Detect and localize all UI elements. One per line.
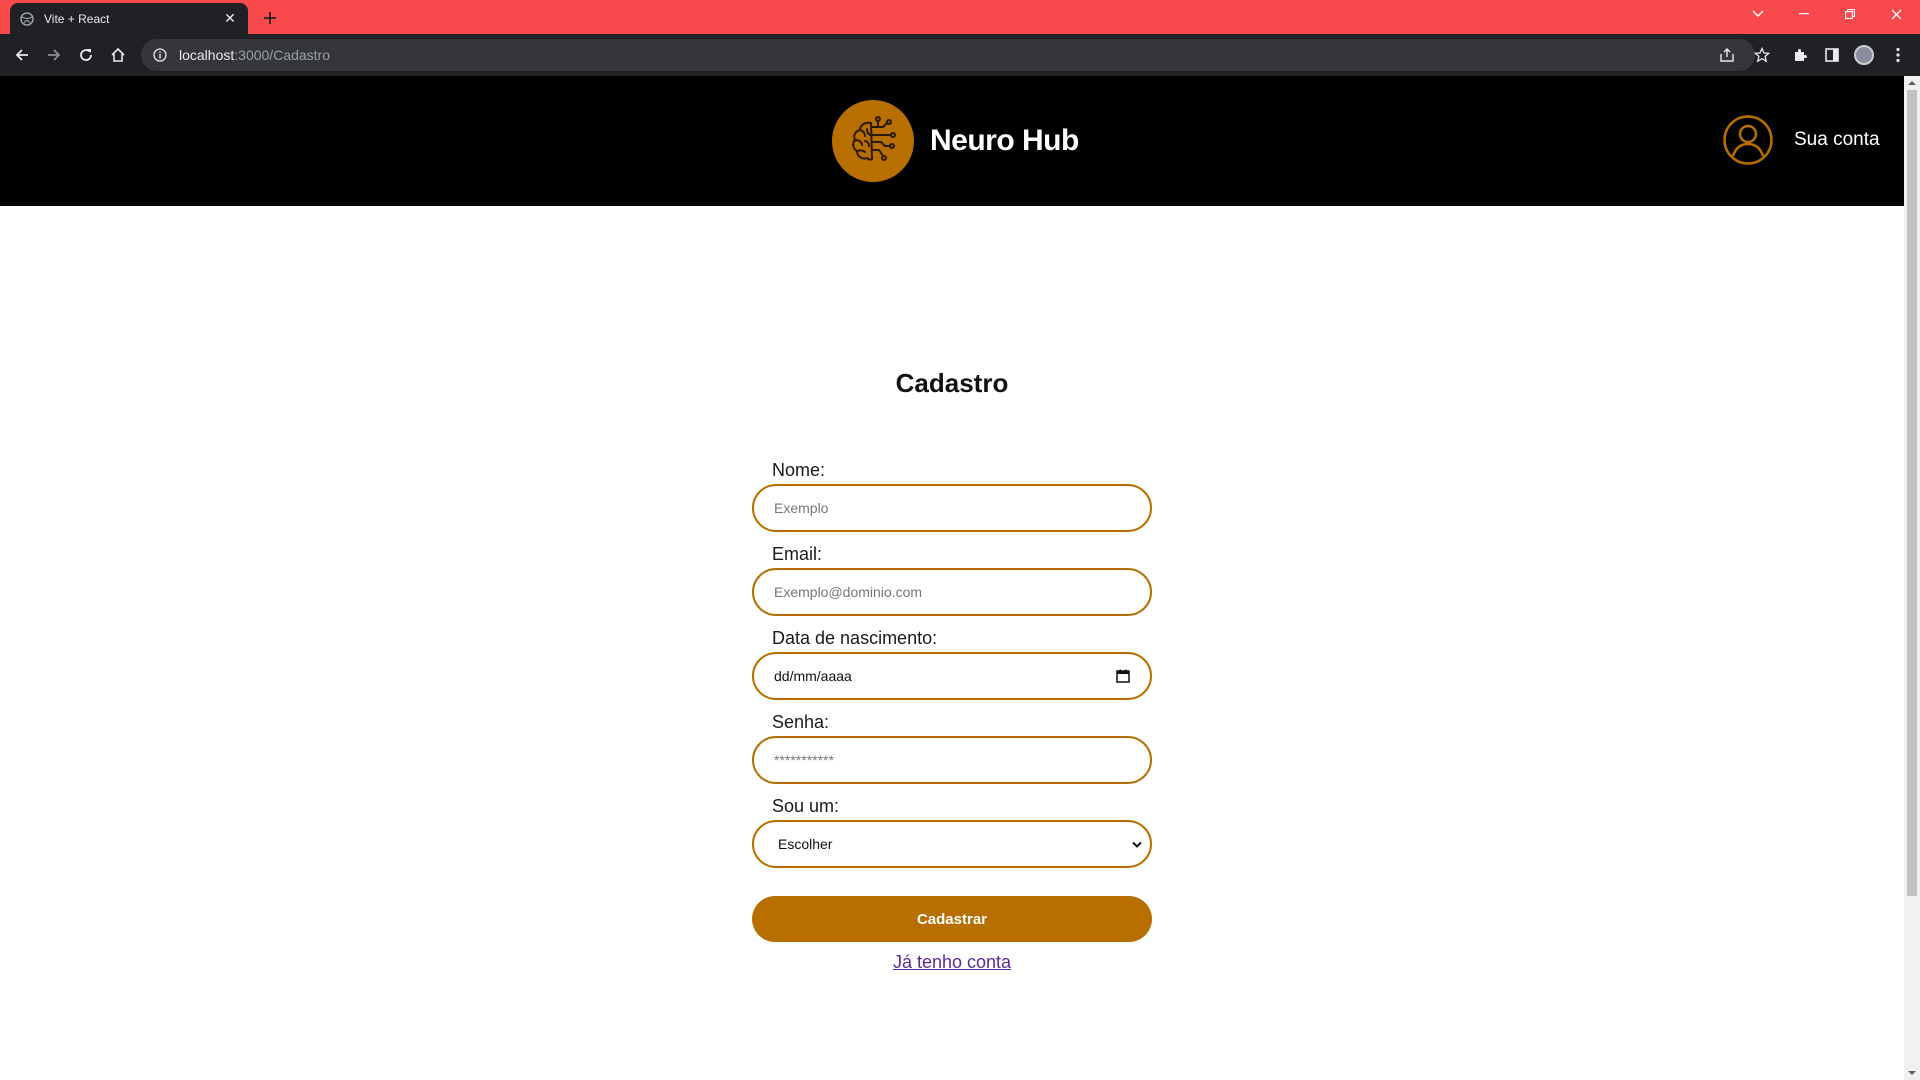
browser-toolbar: localhost:3000/Cadastro [0,34,1920,76]
page-scrollbar[interactable] [1904,76,1920,1080]
home-icon[interactable] [106,43,130,67]
url-host: localhost [179,47,235,63]
signup-form: Nome: Exemplo Email: Exemplo@dominio.com… [752,456,1152,973]
name-label: Nome: [772,460,826,480]
close-window-button[interactable] [1874,0,1918,28]
email-input[interactable]: Exemplo@dominio.com [752,568,1152,616]
close-icon[interactable]: ✕ [222,10,238,27]
email-placeholder: Exemplo@dominio.com [774,584,923,600]
brand-name: Neuro Hub [930,124,1079,157]
new-tab-button[interactable] [258,6,282,30]
scroll-thumb[interactable] [1907,90,1917,896]
password-label: Senha: [772,712,830,732]
back-icon[interactable] [10,43,34,67]
browser-tab-strip: Vite + React ✕ [0,0,1920,34]
user-circle-icon [1722,114,1774,166]
account-label: Sua conta [1794,129,1880,150]
profile-avatar[interactable] [1852,43,1876,67]
calendar-icon[interactable] [1116,669,1130,683]
page-title: Cadastro [895,368,1009,398]
address-bar[interactable]: localhost:3000/Cadastro [141,39,1755,71]
reload-icon[interactable] [74,43,98,67]
tab-title: Vite + React [44,11,110,26]
brand[interactable]: Neuro Hub [832,100,1079,182]
login-link[interactable]: Já tenho conta [752,952,1152,973]
register-button[interactable]: Cadastrar [752,896,1152,942]
side-panel-icon[interactable] [1820,43,1844,67]
password-input[interactable]: *********** [752,736,1152,784]
scroll-down-icon[interactable] [1908,1069,1916,1077]
role-selected-value: Escolher [778,836,833,852]
extensions-icon[interactable] [1788,43,1812,67]
url-path: :3000/Cadastro [234,47,330,63]
name-placeholder: Exemplo [774,500,829,516]
forward-icon[interactable] [42,43,66,67]
tab-search-icon[interactable] [1736,0,1780,28]
site-header: Neuro Hub Sua conta [0,76,1904,206]
birthdate-label: Data de nascimento: [772,628,938,648]
email-label: Email: [772,544,823,564]
menu-dots-icon[interactable] [1886,43,1910,67]
restore-button[interactable] [1828,0,1872,28]
chevron-down-icon [1132,836,1142,852]
globe-icon [20,11,34,26]
scroll-up-icon[interactable] [1908,79,1916,87]
birthdate-input[interactable]: dd/mm/aaaa [752,652,1152,700]
url-text: localhost:3000/Cadastro [179,47,330,63]
account-menu[interactable]: Sua conta [1722,114,1880,166]
role-select[interactable]: Escolher [752,820,1152,868]
brain-circuit-icon [832,100,914,182]
site-info-icon[interactable] [153,48,167,62]
bookmark-star-icon[interactable] [1750,43,1774,67]
page-viewport: Neuro Hub Sua conta Cadastro Nome: Exemp… [0,76,1904,1080]
role-label: Sou um: [772,796,840,816]
password-placeholder: *********** [774,752,834,768]
birthdate-placeholder: dd/mm/aaaa [774,668,852,684]
name-input[interactable]: Exemplo [752,484,1152,532]
browser-tab[interactable]: Vite + React ✕ [10,3,248,34]
minimize-button[interactable] [1782,0,1826,28]
share-icon[interactable] [1715,39,1739,71]
